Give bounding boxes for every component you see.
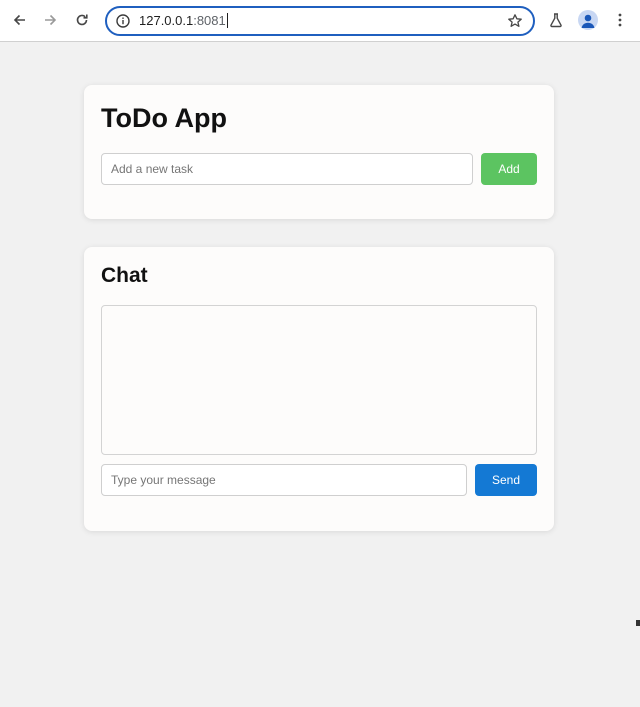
- text-caret: [226, 13, 228, 28]
- todo-card: ToDo App Add: [84, 85, 554, 219]
- chat-messages-area[interactable]: [101, 305, 537, 455]
- menu-button[interactable]: [610, 10, 630, 30]
- kebab-menu-icon: [618, 13, 622, 27]
- chat-title: Chat: [101, 264, 148, 287]
- message-input[interactable]: [101, 464, 467, 496]
- url-port: :8081: [193, 13, 226, 28]
- chat-card: Chat Send: [84, 247, 554, 531]
- add-task-button[interactable]: Add: [481, 153, 537, 185]
- reload-icon: [76, 14, 88, 26]
- reload-button[interactable]: [70, 8, 94, 32]
- arrow-right-icon: [45, 14, 57, 26]
- browser-toolbar: 127.0.0.1:8081: [0, 0, 640, 42]
- resize-handle: [636, 620, 640, 626]
- address-bar[interactable]: 127.0.0.1:8081: [105, 6, 535, 36]
- star-icon[interactable]: [507, 13, 523, 29]
- flask-icon: [550, 13, 562, 28]
- url-host: 127.0.0.1: [139, 13, 194, 28]
- send-button[interactable]: Send: [475, 464, 537, 496]
- avatar-icon: [581, 14, 595, 28]
- labs-button[interactable]: [546, 10, 566, 30]
- profile-button[interactable]: [578, 10, 598, 30]
- todo-title: ToDo App: [101, 103, 227, 133]
- url-text[interactable]: 127.0.0.1:8081: [139, 13, 228, 28]
- task-input[interactable]: [101, 153, 473, 185]
- forward-button[interactable]: [38, 8, 62, 32]
- arrow-left-icon: [13, 14, 25, 26]
- back-button[interactable]: [8, 8, 32, 32]
- info-icon[interactable]: [115, 13, 131, 29]
